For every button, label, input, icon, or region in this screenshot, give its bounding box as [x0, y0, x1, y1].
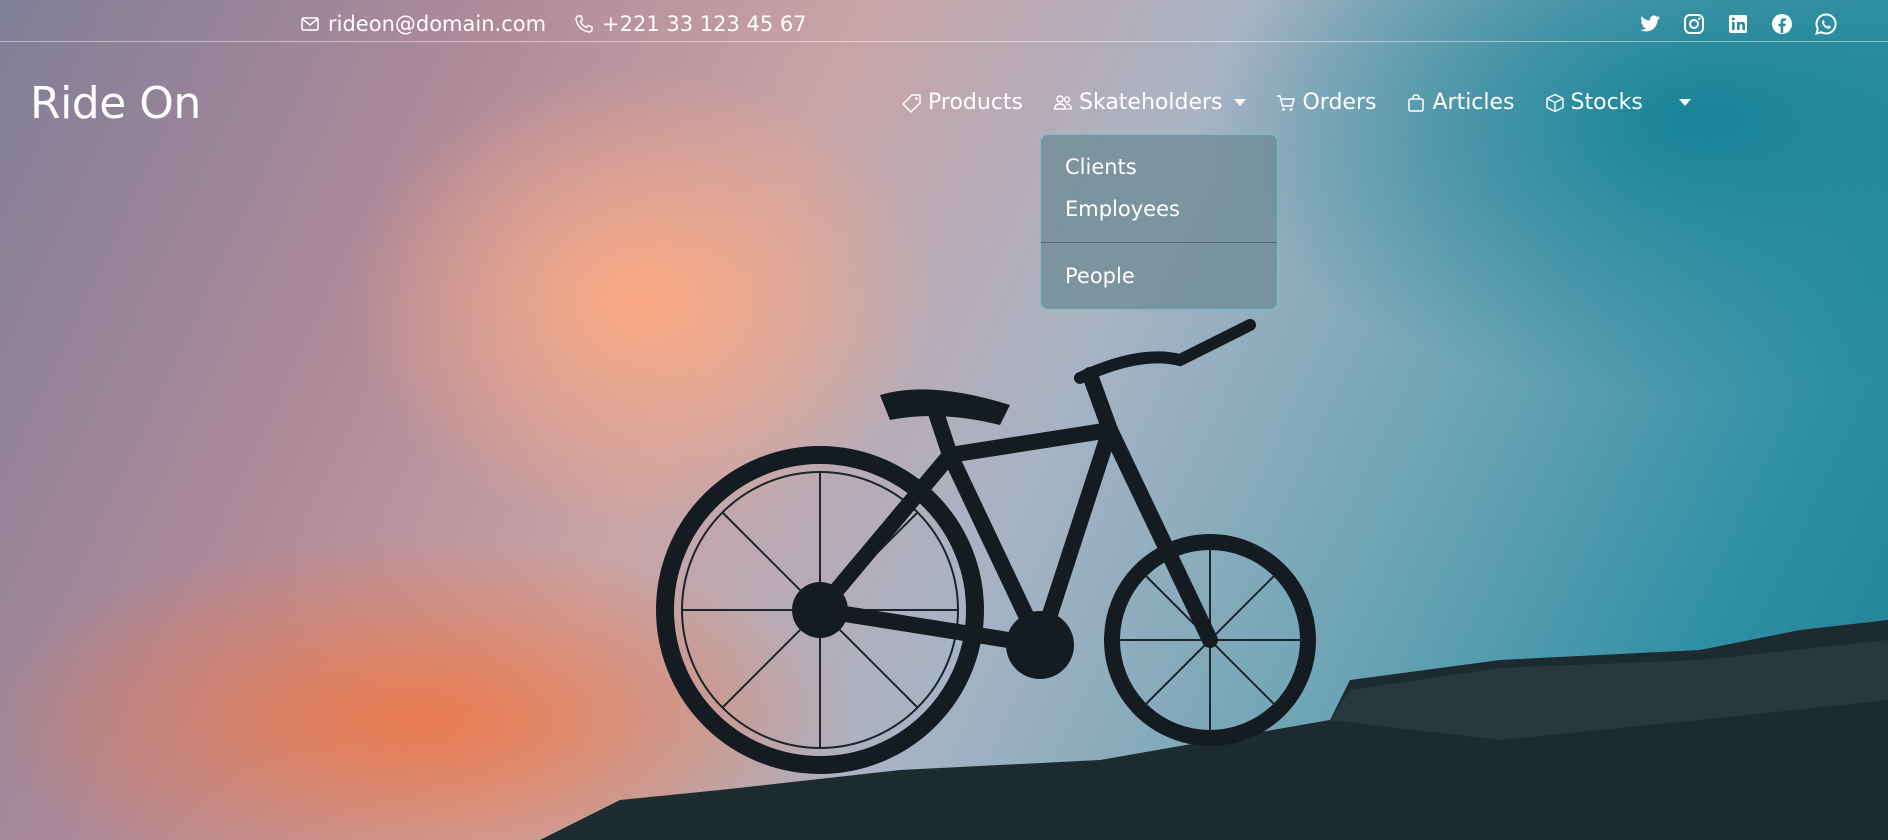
- nav-item-stocks[interactable]: Stocks: [1545, 90, 1643, 115]
- phone-text: +221 33 123 45 67: [602, 12, 807, 36]
- main-nav: Products Skateholders Orders Articles St…: [902, 90, 1721, 115]
- skateholders-dropdown-menu: Clients Employees People: [1040, 134, 1278, 310]
- twitter-icon[interactable]: [1638, 12, 1662, 36]
- top-bar: rideon@domain.com +221 33 123 45 67: [0, 0, 1888, 42]
- bag-icon: [1408, 93, 1425, 112]
- phone-icon: [575, 15, 593, 33]
- chevron-down-icon: [1678, 99, 1691, 106]
- users-icon: [1053, 94, 1073, 110]
- hero-background: [0, 0, 1888, 840]
- chevron-down-icon: [1234, 99, 1247, 106]
- phone-contact[interactable]: +221 33 123 45 67: [574, 12, 807, 36]
- nav-more-toggle[interactable]: [1673, 99, 1691, 106]
- dropdown-item-clients[interactable]: Clients: [1065, 155, 1137, 179]
- email-contact[interactable]: rideon@domain.com: [300, 12, 546, 36]
- nav-item-orders[interactable]: Orders: [1276, 90, 1376, 115]
- dropdown-item-people[interactable]: People: [1065, 264, 1135, 288]
- bike-silhouette: [540, 319, 1888, 840]
- nav-label-orders: Orders: [1302, 90, 1377, 115]
- instagram-icon[interactable]: [1682, 12, 1706, 36]
- facebook-icon[interactable]: [1770, 12, 1794, 36]
- nav-label-articles: Articles: [1432, 90, 1515, 115]
- tag-icon: [902, 93, 921, 113]
- nav-item-products[interactable]: Products: [902, 90, 1023, 115]
- brand-logo[interactable]: Ride On: [30, 78, 201, 129]
- nav-item-skateholders[interactable]: Skateholders: [1053, 90, 1247, 115]
- nav-item-articles[interactable]: Articles: [1406, 90, 1515, 115]
- box-icon: [1545, 93, 1564, 112]
- nav-label-products: Products: [928, 90, 1023, 115]
- social-links: [1638, 12, 1838, 36]
- linkedin-icon[interactable]: [1726, 12, 1750, 36]
- envelope-icon: [301, 17, 319, 31]
- dropdown-divider: [1041, 242, 1277, 243]
- nav-label-skateholders: Skateholders: [1079, 90, 1223, 115]
- nav-label-stocks: Stocks: [1570, 90, 1643, 115]
- cart-icon: [1277, 94, 1296, 111]
- dropdown-item-employees[interactable]: Employees: [1065, 197, 1180, 221]
- whatsapp-icon[interactable]: [1814, 12, 1838, 36]
- email-text: rideon@domain.com: [328, 12, 547, 36]
